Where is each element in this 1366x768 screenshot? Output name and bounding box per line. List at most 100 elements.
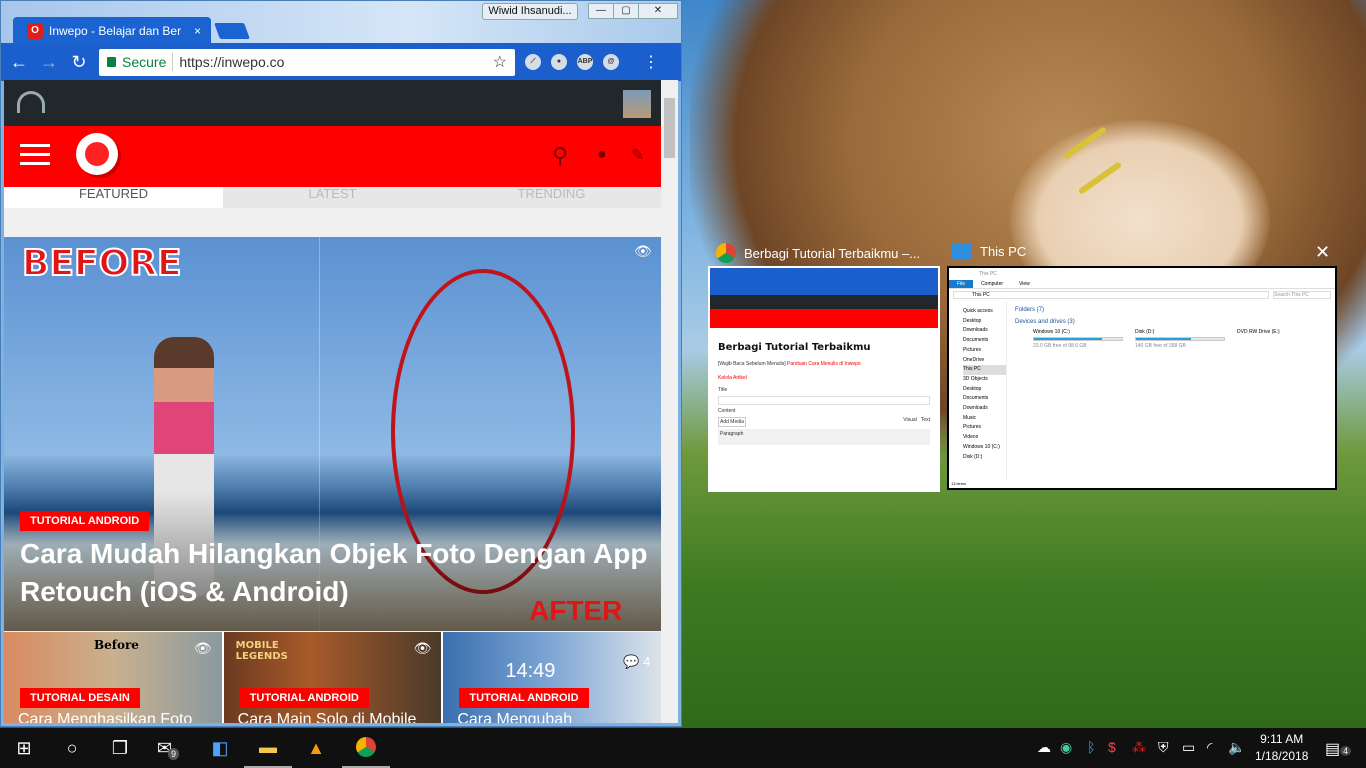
mini-select: Paragraph xyxy=(718,429,930,445)
mini-input xyxy=(718,396,930,405)
tab-close-icon[interactable]: × xyxy=(194,24,201,38)
onedrive-icon[interactable]: ☁ xyxy=(1037,739,1051,756)
mini-nav-item: This PC xyxy=(963,365,1006,375)
notification-count: 4 xyxy=(1340,746,1352,756)
browser-tab[interactable]: O Inwepo - Belajar dan Ber × xyxy=(13,17,211,44)
avatar[interactable] xyxy=(623,90,651,118)
mini-nav-item: Pictures xyxy=(963,346,982,353)
category-badge[interactable]: TUTORIAL ANDROID xyxy=(239,688,369,708)
defender-icon[interactable]: ⛨ xyxy=(1158,739,1169,756)
dolby-app[interactable]: ◧ xyxy=(196,728,244,768)
article-card[interactable]: MOBILE LEGENDS 👁 TUTORIAL ANDROID Cara M… xyxy=(223,632,442,723)
start-button[interactable]: ⊞ xyxy=(0,728,48,768)
scrollbar-thumb[interactable] xyxy=(664,98,675,158)
file-explorer-app[interactable]: ▬ xyxy=(244,728,292,768)
card-title[interactable]: Cara Mengubah xyxy=(457,711,572,723)
close-icon[interactable]: ✕ xyxy=(1315,242,1330,263)
chrome-app[interactable] xyxy=(342,728,390,768)
secure-label: Secure xyxy=(122,54,167,70)
mail-app[interactable]: ✉ 9 xyxy=(144,728,192,768)
mini-nav-item: Documents xyxy=(963,337,989,344)
address-bar[interactable]: Secure https://inwepo.co ☆ xyxy=(99,48,515,76)
eye-icon: 👁 xyxy=(193,640,212,656)
category-badge[interactable]: TUTORIAL ANDROID xyxy=(20,511,150,531)
mini-text: [Wajib Baca Sebelum Menulis] xyxy=(718,361,786,367)
extension-icon[interactable]: ⟋ xyxy=(525,54,541,70)
mini-status: 13 items xyxy=(951,481,967,486)
drive-name: DVD RW Drive (E:) xyxy=(1237,329,1280,335)
after-label: AFTER xyxy=(529,595,623,626)
drive-free: 140 GB free of 368 GB xyxy=(1135,343,1186,349)
vlc-app[interactable]: ▲ xyxy=(292,728,340,768)
menu-icon[interactable]: ⋮ xyxy=(643,52,659,72)
mini-button: Add Media xyxy=(718,417,746,427)
clock[interactable]: 9:11 AM 1/18/2018 xyxy=(1255,731,1308,765)
article-card[interactable]: Before 👁 TUTORIAL DESAIN Cara Menghasilk… xyxy=(4,632,222,723)
mini-label: Title xyxy=(718,387,728,393)
task-view-button[interactable]: ❐ xyxy=(96,728,144,768)
mini-drive: Windows 10 (C:) 23.0 GB free of 98.6 GB xyxy=(1033,329,1123,349)
inwepo-favicon: O xyxy=(27,22,43,39)
bluetooth-icon[interactable]: ᛒ xyxy=(1087,739,1095,755)
tab-trending[interactable]: TRENDING xyxy=(442,187,661,208)
reload-icon[interactable]: ↻ xyxy=(69,52,89,73)
app-tray-icon[interactable]: ⁂ xyxy=(1132,739,1146,756)
card-image-text: MOBILE LEGENDS xyxy=(235,640,288,662)
card-title[interactable]: Cara Menghasilkan Foto xyxy=(18,711,192,723)
user-icon[interactable]: ● xyxy=(597,146,607,164)
taskbar: ⊞ ○ ❐ ✉ 9 ◧ ▬ ▲ ☁ ◉ ᛒ $ ⁂ ⛨ ▭ ◜ 🔈 9:11 AM… xyxy=(0,728,1366,768)
divider xyxy=(172,53,174,71)
maximize-button[interactable]: ▢ xyxy=(613,3,639,19)
search-icon[interactable]: ⚲ xyxy=(552,143,568,169)
mini-ribbon-tab: Computer xyxy=(981,281,1004,287)
tab-latest[interactable]: LATEST xyxy=(223,187,442,208)
site-logo[interactable] xyxy=(76,133,118,175)
mini-nav-item: Quick access xyxy=(963,308,993,314)
mini-drive: DVD RW Drive (E:) xyxy=(1237,329,1327,349)
forward-icon[interactable]: → xyxy=(39,52,59,73)
card-image-text: 14:49 xyxy=(505,660,556,682)
drive-name: Windows 10 (C:) xyxy=(1033,329,1070,335)
drive-usage-fill xyxy=(1136,338,1191,340)
battery-icon[interactable]: ▭ xyxy=(1182,739,1195,756)
lock-icon xyxy=(107,57,116,67)
comment-icon: 💬 4 xyxy=(623,654,651,669)
extension-icon[interactable]: @ xyxy=(603,54,619,70)
eye-icon: 👁 xyxy=(634,243,652,259)
adblock-plus-icon[interactable]: ABP xyxy=(577,54,593,70)
category-badge[interactable]: TUTORIAL ANDROID xyxy=(459,688,589,708)
extension-icon[interactable]: ● xyxy=(551,54,567,70)
scrollbar[interactable] xyxy=(661,80,678,723)
mini-nav-item: Pictures xyxy=(963,424,982,431)
featured-article[interactable]: BEFORE AFTER 👁 TUTORIAL ANDROID Cara Mud… xyxy=(4,237,661,631)
mini-drive: Disk (D:) 140 GB free of 368 GB xyxy=(1135,329,1225,349)
idm-icon[interactable]: ◉ xyxy=(1060,739,1072,756)
article-card[interactable]: 14:49 💬 4 TUTORIAL ANDROID Cara Mengubah xyxy=(443,632,661,723)
category-badge[interactable]: TUTORIAL DESAIN xyxy=(20,688,140,708)
mail-badge: 9 xyxy=(168,748,180,760)
cortana-button[interactable]: ○ xyxy=(48,728,96,768)
hamburger-menu-icon[interactable] xyxy=(20,144,50,171)
app-tray-icon[interactable]: $ xyxy=(1108,739,1116,755)
action-center-icon[interactable]: ▤ 4 xyxy=(1325,739,1352,759)
snap-thumbnail-explorer[interactable]: This PC File Computer View This PC Searc… xyxy=(947,266,1337,490)
pencil-icon[interactable]: ✎ xyxy=(631,145,644,165)
profile-button[interactable]: Wiwid Ihsanudi... xyxy=(482,3,578,20)
title-bar[interactable]: O Inwepo - Belajar dan Ber × Wiwid Ihsan… xyxy=(1,1,681,44)
card-title[interactable]: Cara Main Solo di Mobile xyxy=(238,711,417,723)
new-tab-button[interactable] xyxy=(214,23,250,39)
volume-icon[interactable]: 🔈 xyxy=(1228,739,1245,756)
back-icon[interactable]: ← xyxy=(9,52,29,73)
url-text[interactable]: https://inwepo.co xyxy=(179,54,284,70)
bookmark-star-icon[interactable]: ☆ xyxy=(493,52,507,72)
minimize-button[interactable]: — xyxy=(588,3,614,19)
close-button[interactable]: ✕ xyxy=(638,3,678,19)
time: 9:11 AM xyxy=(1260,732,1304,746)
snap-thumbnail-chrome[interactable]: Berbagi Tutorial Terbaikmu [Wajib Baca S… xyxy=(708,266,940,492)
tab-featured[interactable]: FEATURED xyxy=(4,187,223,208)
dashboard-icon[interactable] xyxy=(17,91,45,113)
wifi-icon[interactable]: ◜ xyxy=(1207,739,1212,756)
window-title: This PC xyxy=(980,243,1027,259)
mini-ribbon-tab: File xyxy=(949,280,974,288)
mini-nav-item: Documents xyxy=(963,395,989,402)
